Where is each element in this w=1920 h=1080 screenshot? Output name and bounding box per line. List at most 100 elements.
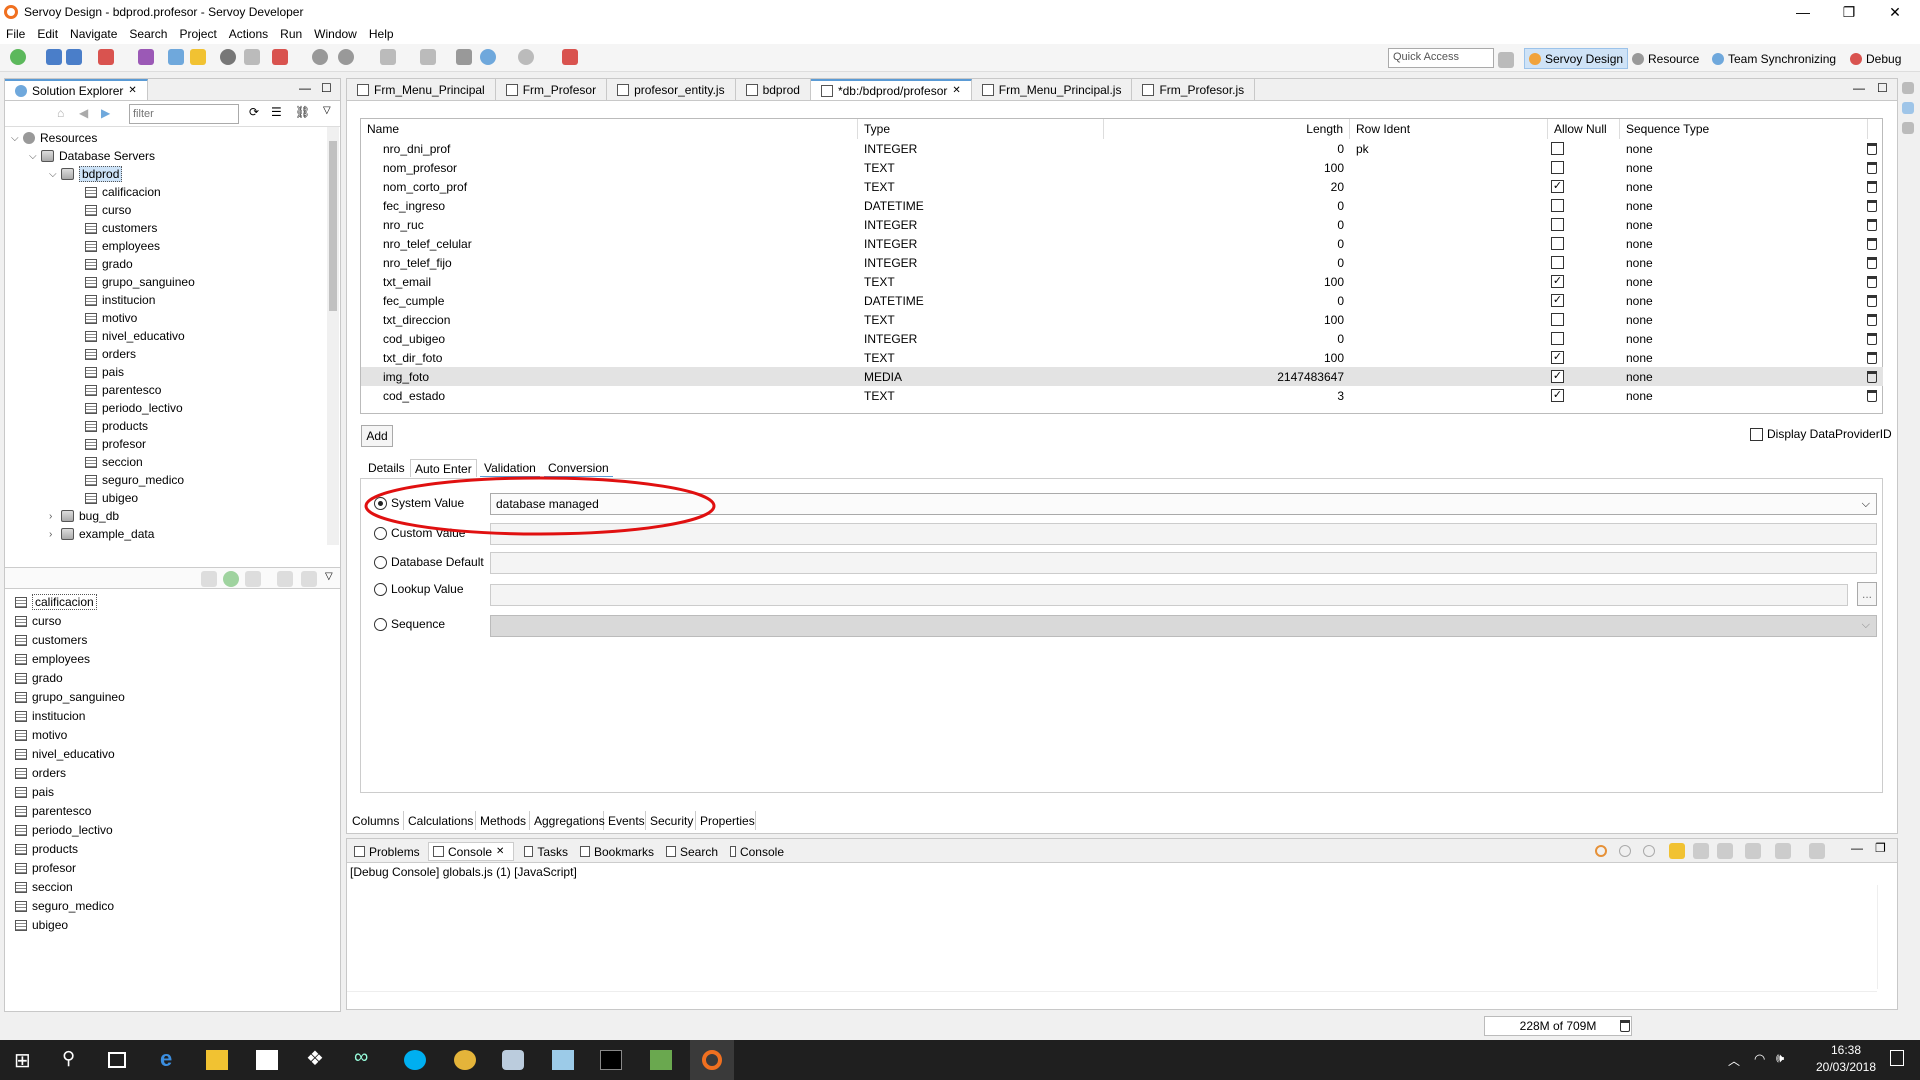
expand-arrow-icon[interactable]: ⌵ [11,133,23,144]
delete-icon[interactable] [245,571,261,587]
list-item[interactable]: seguro_medico [15,897,114,915]
delete-row-icon[interactable] [1867,199,1877,212]
table-row[interactable]: cod_estado TEXT 3 ✓ none [361,386,1883,405]
menu-navigate[interactable]: Navigate [64,27,123,41]
column-length[interactable]: 0 [1104,215,1344,234]
new-icon[interactable] [10,49,26,65]
column-name[interactable]: txt_email [383,272,431,291]
close-tab-icon[interactable]: ✕ [128,85,136,96]
table-editor-tab[interactable]: Columns [348,811,404,830]
bottom-panel-tab[interactable]: Console [726,842,788,861]
allow-null-checkbox[interactable]: ✓ [1551,275,1564,288]
menu-search[interactable]: Search [123,27,173,41]
console-scrollbar[interactable] [1877,885,1891,989]
column-name[interactable]: txt_direccion [383,310,450,329]
list-item[interactable]: institucion [15,707,85,725]
column-name[interactable]: nro_ruc [383,215,424,234]
column-length[interactable]: 100 [1104,272,1344,291]
pin-icon[interactable] [562,49,578,65]
quick-access-input[interactable]: Quick Access [1388,48,1494,68]
sequence-select[interactable]: ⌵ [490,615,1877,637]
header-allow-null[interactable]: Allow Null [1548,119,1620,139]
header-length[interactable]: Length [1104,119,1350,139]
clear-console-icon[interactable] [1669,843,1685,859]
column-name[interactable]: img_foto [383,367,429,386]
close-tab-icon[interactable]: ✕ [952,85,960,96]
header-type[interactable]: Type [858,119,1104,139]
column-type[interactable]: DATETIME [864,291,924,310]
external-tool-icon[interactable] [272,49,288,65]
column-name[interactable]: cod_ubigeo [383,329,445,348]
delete-row-icon[interactable] [1867,275,1877,288]
delete-row-icon[interactable] [1867,370,1877,383]
file-explorer-icon[interactable] [206,1050,228,1070]
list-item[interactable]: periodo_lectivo [15,821,113,839]
allow-null-checkbox[interactable] [1551,199,1564,212]
add-icon[interactable] [223,571,239,587]
bottom-panel-tab[interactable]: Bookmarks [576,842,658,861]
bottom-panel-tab[interactable]: Console ✕ [428,842,514,861]
allow-null-checkbox[interactable] [1551,332,1564,345]
delete-row-icon[interactable] [1867,389,1877,402]
scroll-lock-icon[interactable] [1693,843,1709,859]
chevron-down-icon[interactable]: ⌵ [1862,498,1870,511]
run-icon[interactable] [98,49,114,65]
column-type[interactable]: MEDIA [864,367,902,386]
radio-database-default[interactable]: Database Default [374,553,484,571]
list-item[interactable]: motivo [15,726,67,744]
column-sequence-type[interactable]: none [1626,310,1653,329]
tree-table-item[interactable]: profesor [85,435,146,453]
menu-project[interactable]: Project [173,27,222,41]
bottom-panel-tab[interactable]: Search [662,842,722,861]
list-item[interactable]: products [15,840,78,858]
table-row[interactable]: txt_direccion TEXT 100 none [361,310,1883,329]
list-item[interactable]: curso [15,612,61,630]
table-row[interactable]: nro_telef_celular INTEGER 0 none [361,234,1883,253]
delete-row-icon[interactable] [1867,332,1877,345]
header-sequence-type[interactable]: Sequence Type [1620,119,1868,139]
table-row[interactable]: fec_cumple DATETIME 0 ✓ none [361,291,1883,310]
column-name[interactable]: fec_ingreso [383,196,445,215]
globe-icon[interactable] [220,49,236,65]
debug-icon[interactable] [138,49,154,65]
tab-solution-explorer[interactable]: Solution Explorer ✕ [5,79,148,100]
restore-trim-icon[interactable] [1902,82,1914,94]
spreadsheet-icon[interactable] [650,1050,672,1070]
wifi-icon[interactable]: ◠ [1754,1051,1765,1067]
column-sequence-type[interactable]: none [1626,215,1653,234]
delete-row-icon[interactable] [1867,218,1877,231]
collapse-all-icon[interactable]: ☰ [271,105,282,119]
delete-row-icon[interactable] [1867,161,1877,174]
column-length[interactable]: 0 [1104,253,1344,272]
table-editor-tab[interactable]: Properties [696,811,756,830]
column-type[interactable]: DATETIME [864,196,924,215]
column-name[interactable]: cod_estado [383,386,445,405]
tree-table-item[interactable]: products [85,417,148,435]
list-item[interactable]: pais [15,783,54,801]
list-item[interactable]: seccion [15,878,73,896]
allow-null-checkbox[interactable]: ✓ [1551,180,1564,193]
list-item[interactable]: parentesco [15,802,91,820]
tree-table-item[interactable]: curso [85,201,131,219]
gc-trash-icon[interactable] [1620,1020,1630,1032]
radio-icon[interactable] [374,617,387,631]
table-row[interactable]: nom_corto_prof TEXT 20 ✓ none [361,177,1883,196]
tree-table-item[interactable]: grupo_sanguineo [85,273,195,291]
open-console-icon[interactable] [1809,843,1825,859]
tree-table-item[interactable]: parentesco [85,381,161,399]
tray-chevron-icon[interactable]: ︿ [1728,1052,1740,1069]
tree-scrollbar[interactable] [327,127,339,545]
display-console-icon[interactable] [1775,843,1791,859]
restore-button[interactable]: ❐ [1826,0,1872,24]
tree-table-item[interactable]: ubigeo [85,489,138,507]
zoom-icon[interactable] [312,49,328,65]
move-icon[interactable] [301,571,317,587]
allow-null-checkbox[interactable]: ✓ [1551,370,1564,383]
list-menu-icon[interactable]: ▽ [325,571,333,582]
perspective-team-sync[interactable]: Team Synchronizing [1708,48,1840,69]
editor-tab[interactable]: Frm_Profesor [495,79,608,100]
save-icon[interactable] [46,49,62,65]
editor-tab[interactable]: profesor_entity.js [607,79,736,100]
table-row[interactable]: fec_ingreso DATETIME 0 none [361,196,1883,215]
table-row[interactable]: img_foto MEDIA 2147483647 ✓ none [361,367,1883,386]
